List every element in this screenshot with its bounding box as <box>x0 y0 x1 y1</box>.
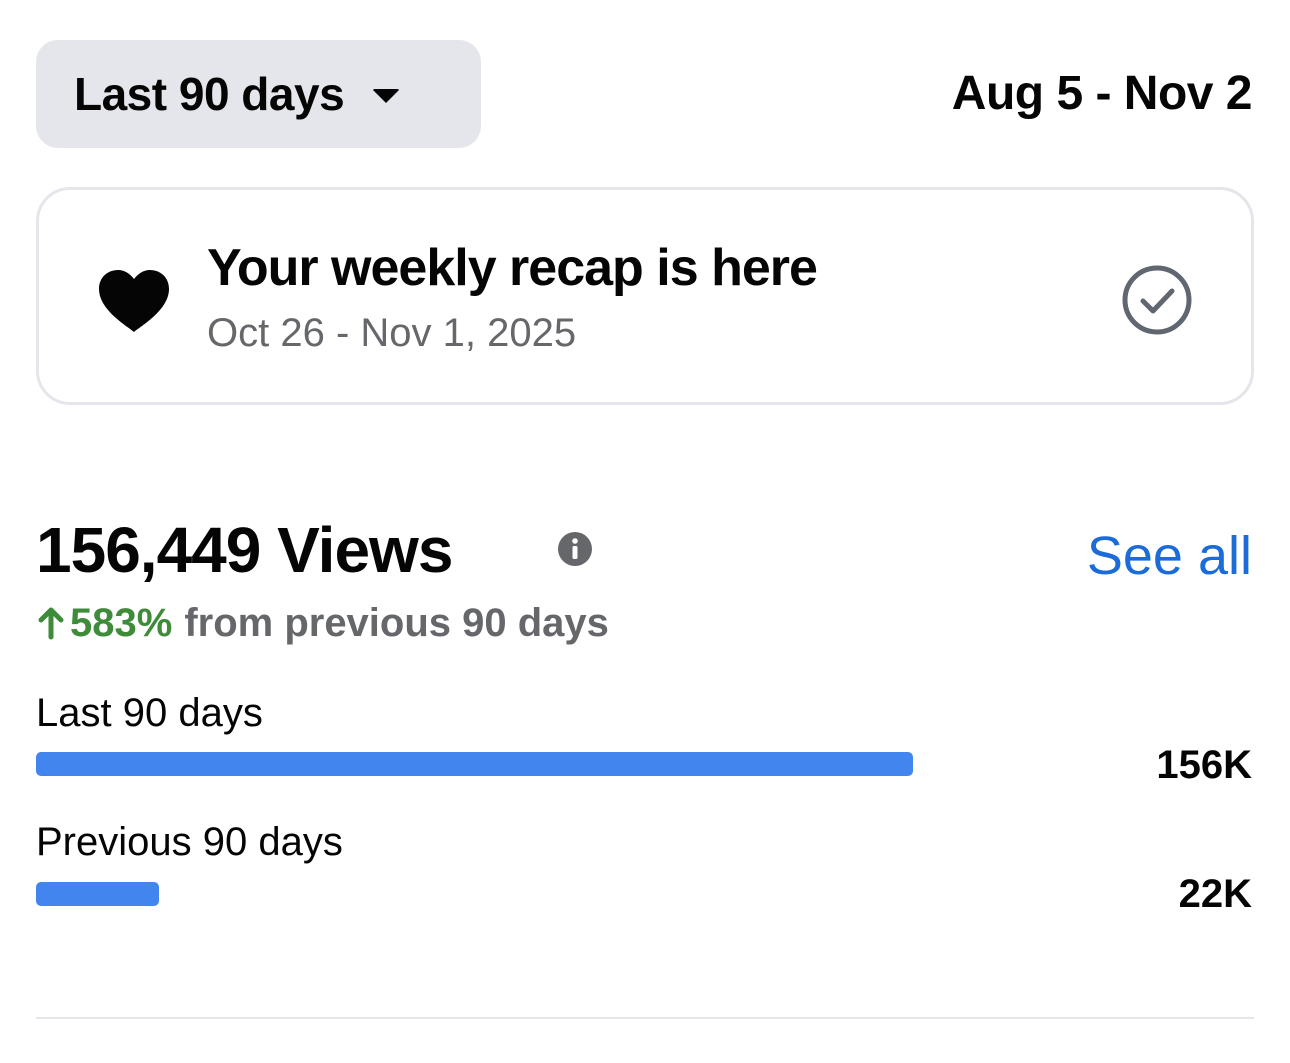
weekly-recap-dates: Oct 26 - Nov 1, 2025 <box>207 311 577 355</box>
current-period-value: 156K <box>1156 743 1252 787</box>
previous-period-label: Previous 90 days <box>36 820 343 864</box>
previous-period-value: 22K <box>1178 872 1252 916</box>
date-range-dropdown[interactable]: Last 90 days <box>36 40 481 148</box>
section-divider <box>36 1017 1254 1019</box>
date-range-text: Aug 5 - Nov 2 <box>951 67 1253 120</box>
weekly-recap-title: Your weekly recap is here <box>207 239 818 297</box>
arrow-up-icon <box>38 607 64 640</box>
views-change-percent: 583% <box>70 601 173 645</box>
previous-period-bar <box>36 882 159 906</box>
heart-icon <box>99 270 169 332</box>
see-all-link[interactable]: See all <box>1087 522 1252 590</box>
info-icon[interactable] <box>557 531 593 567</box>
current-period-bar <box>36 752 913 776</box>
views-change-line: 583% from previous 90 days <box>36 597 609 649</box>
weekly-recap-card[interactable]: Your weekly recap is here Oct 26 - Nov 1… <box>36 187 1254 405</box>
views-total-heading: 156,449 Views <box>36 514 453 586</box>
insights-page: Last 90 days Aug 5 - Nov 2 Your weekly r… <box>0 0 1290 1063</box>
current-period-label: Last 90 days <box>36 691 263 735</box>
views-change-text: from previous 90 days <box>184 601 609 645</box>
check-circle-icon[interactable] <box>1121 264 1193 336</box>
date-range-dropdown-label: Last 90 days <box>74 68 345 120</box>
caret-down-icon <box>372 89 401 103</box>
